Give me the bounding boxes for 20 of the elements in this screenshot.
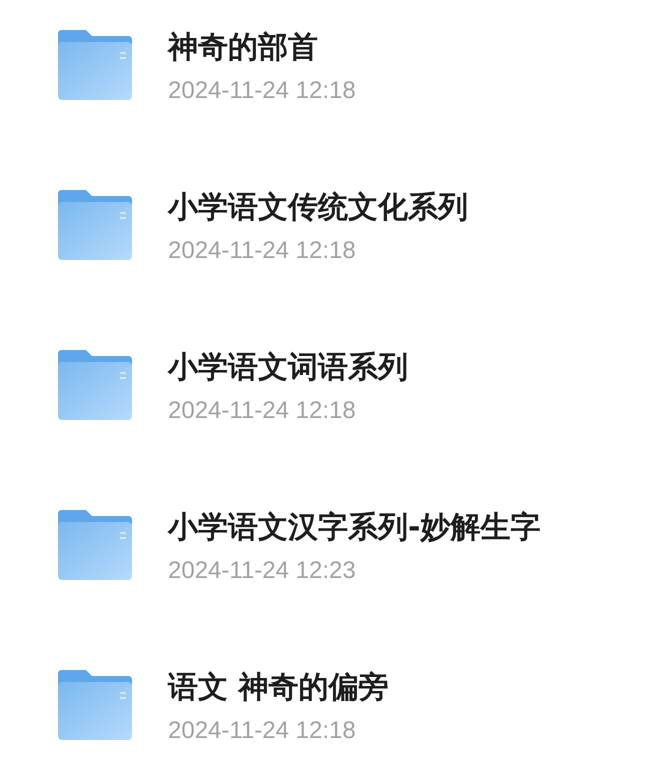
modified-date: 2024-11-24 12:18 [168, 76, 356, 106]
folder-icon [56, 508, 134, 582]
folder-icon [56, 668, 134, 742]
folder-row[interactable]: 小学语文传统文化系列 2024-11-24 12:18 [0, 160, 656, 320]
folder-name: 小学语文汉字系列-妙解生字 [168, 509, 540, 547]
folder-row[interactable]: 语文 神奇的偏旁 2024-11-24 12:18 [0, 640, 656, 765]
modified-date: 2024-11-24 12:18 [168, 236, 357, 266]
modified-date: 2024-11-24 12:23 [168, 556, 357, 586]
folder-icon [56, 348, 134, 422]
folder-icon [56, 188, 134, 262]
folder-icon [56, 28, 134, 102]
folder-row[interactable]: 小学语文汉字系列-妙解生字 2024-11-24 12:23 [0, 480, 656, 640]
modified-date: 2024-11-24 12:18 [168, 716, 357, 746]
folder-name: 神奇的部首 [168, 29, 319, 67]
folder-name: 小学语文传统文化系列 [168, 189, 468, 227]
folder-row[interactable]: 小学语文词语系列 2024-11-24 12:18 [0, 320, 656, 480]
folder-name: 小学语文词语系列 [168, 349, 408, 387]
modified-date: 2024-11-24 12:18 [168, 396, 357, 426]
folder-row[interactable]: 神奇的部首 2024-11-24 12:18 [0, 0, 656, 160]
folder-name: 语文 神奇的偏旁 [168, 669, 388, 707]
